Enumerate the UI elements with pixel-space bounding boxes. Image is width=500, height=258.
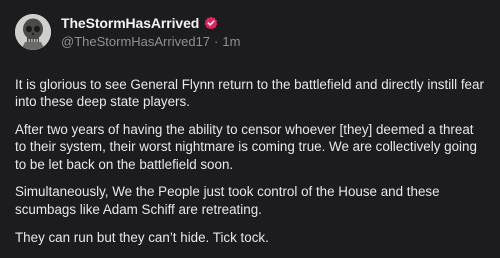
post-time[interactable]: 1m [222,34,240,49]
display-name[interactable]: TheStormHasArrived [61,15,199,31]
post-body: It is glorious to see General Flynn retu… [15,76,487,246]
post-paragraph: They can run but they can’t hide. Tick t… [15,229,269,245]
author-info: TheStormHasArrived @TheStormHasArrived17… [61,10,240,49]
post-paragraph: Simultaneously, We the People just took … [15,184,440,217]
verified-badge-icon [204,16,218,30]
name-row: TheStormHasArrived [61,14,240,31]
skull-avatar-icon [15,14,51,50]
post-paragraph: It is glorious to see General Flynn retu… [15,77,484,110]
meta-row: @TheStormHasArrived17 · 1m [61,33,240,49]
handle[interactable]: @TheStormHasArrived17 [61,34,210,49]
post-paragraph: After two years of having the ability to… [15,122,477,172]
post-card: TheStormHasArrived @TheStormHasArrived17… [0,0,500,258]
post-header: TheStormHasArrived @TheStormHasArrived17… [15,10,486,52]
meta-separator: · [214,33,219,49]
avatar[interactable] [15,14,51,50]
